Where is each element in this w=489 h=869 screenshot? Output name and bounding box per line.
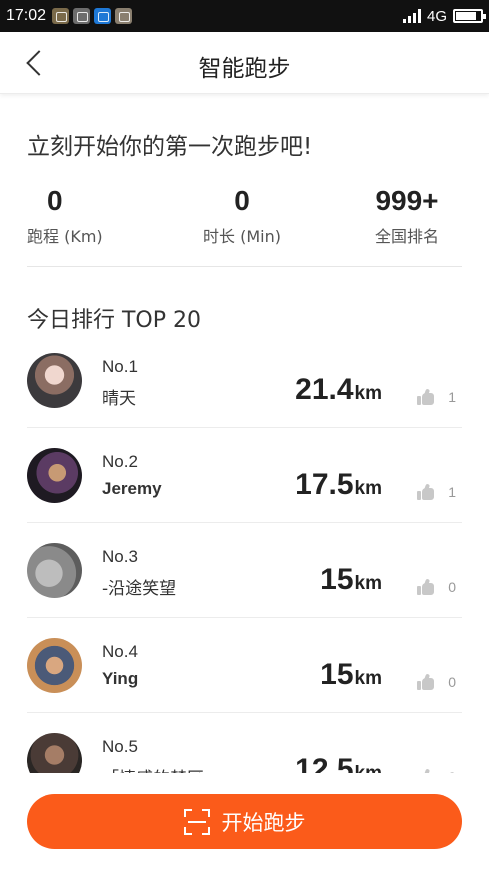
distance-unit: km: [354, 478, 382, 499]
status-bar: 17:02 4G: [0, 0, 489, 32]
notification-icon: [52, 8, 69, 24]
bottom-action-bar: 开始跑步: [0, 773, 489, 869]
signal-icon: [402, 9, 421, 23]
stat-value: 999+: [375, 185, 439, 216]
distance-value: 15: [320, 563, 354, 596]
stat-national-rank: 999+ 全国排名: [352, 183, 462, 247]
stat-duration: 0 时长 (Min): [192, 183, 292, 247]
start-run-button[interactable]: 开始跑步: [27, 794, 462, 849]
rank-number: No.4: [102, 642, 138, 661]
like-count: 1: [448, 389, 456, 405]
rank-number: No.2: [102, 452, 138, 471]
avatar[interactable]: [27, 638, 82, 693]
thumbs-up-icon[interactable]: [417, 578, 434, 595]
like-count: 0: [448, 674, 456, 690]
stat-distance: 0 跑程 (Km): [27, 183, 137, 247]
message-icon: [94, 8, 111, 24]
stat-value: 0: [47, 185, 63, 216]
distance: 15 km: [320, 658, 382, 692]
app-header: 智能跑步: [0, 32, 489, 94]
distance: 21.4 km: [295, 373, 382, 407]
run-stats: 0 跑程 (Km) 0 时长 (Min) 999+ 全国排名: [27, 183, 462, 267]
distance-value: 17.5: [295, 468, 354, 501]
ranking-title: 今日排行 TOP 20: [27, 308, 202, 333]
scan-icon: [183, 808, 210, 835]
like-count: 1: [448, 484, 456, 500]
first-run-prompt: 立刻开始你的第一次跑步吧!: [27, 134, 313, 160]
rank-number: No.5: [102, 737, 138, 756]
start-run-label: 开始跑步: [221, 810, 306, 835]
distance-value: 21.4: [295, 373, 354, 406]
stat-value: 0: [234, 185, 250, 216]
notification-icon: [115, 8, 132, 24]
avatar[interactable]: [27, 448, 82, 503]
thumbs-up-icon[interactable]: [417, 388, 434, 405]
user-name: 晴天: [102, 389, 136, 409]
battery-icon: [453, 9, 486, 23]
distance-value: 12.5: [295, 753, 354, 773]
ranking-row[interactable]: No.2 Jeremy 17.5 km 1: [27, 428, 462, 523]
distance: 15 km: [320, 563, 382, 597]
distance-unit: km: [354, 383, 382, 404]
rank-number: No.1: [102, 357, 138, 376]
avatar[interactable]: [27, 353, 82, 408]
stat-label: 时长 (Min): [203, 227, 281, 246]
rank-number: No.3: [102, 547, 138, 566]
ranking-row[interactable]: No.3 -沿途笑望 15 km 0: [27, 523, 462, 618]
ranking-row[interactable]: No.5 「情感的禁区」 12.5 km 0: [27, 713, 462, 773]
avatar[interactable]: [27, 733, 82, 773]
stat-label: 全国排名: [374, 227, 439, 246]
thumbs-up-icon[interactable]: [417, 483, 434, 500]
like-count: 0: [448, 579, 456, 595]
ranking-row[interactable]: No.1 晴天 21.4 km 1: [27, 333, 462, 428]
distance: 17.5 km: [295, 468, 382, 502]
distance-unit: km: [354, 668, 382, 689]
distance: 12.5 km: [295, 753, 382, 773]
thumbs-up-icon[interactable]: [417, 673, 434, 690]
user-name: -沿途笑望: [102, 579, 177, 599]
stat-label: 跑程 (Km): [27, 227, 103, 246]
ranking-row[interactable]: No.4 Ying 15 km 0: [27, 618, 462, 713]
user-name: Jeremy: [102, 479, 162, 498]
user-name: Ying: [102, 669, 139, 688]
page-title: 智能跑步: [198, 56, 291, 82]
network-type: 4G: [426, 7, 447, 25]
ranking-list[interactable]: No.1 晴天 21.4 km 1 No.2 Jeremy 17.5 km 1 …: [0, 333, 489, 773]
user-name: 「情感的禁区」: [102, 764, 221, 773]
notification-icon: [73, 8, 90, 24]
status-time: 17:02: [6, 7, 47, 24]
distance-unit: km: [354, 573, 382, 594]
avatar[interactable]: [27, 543, 82, 598]
distance-unit: km: [355, 763, 382, 773]
distance-value: 15: [320, 658, 354, 691]
